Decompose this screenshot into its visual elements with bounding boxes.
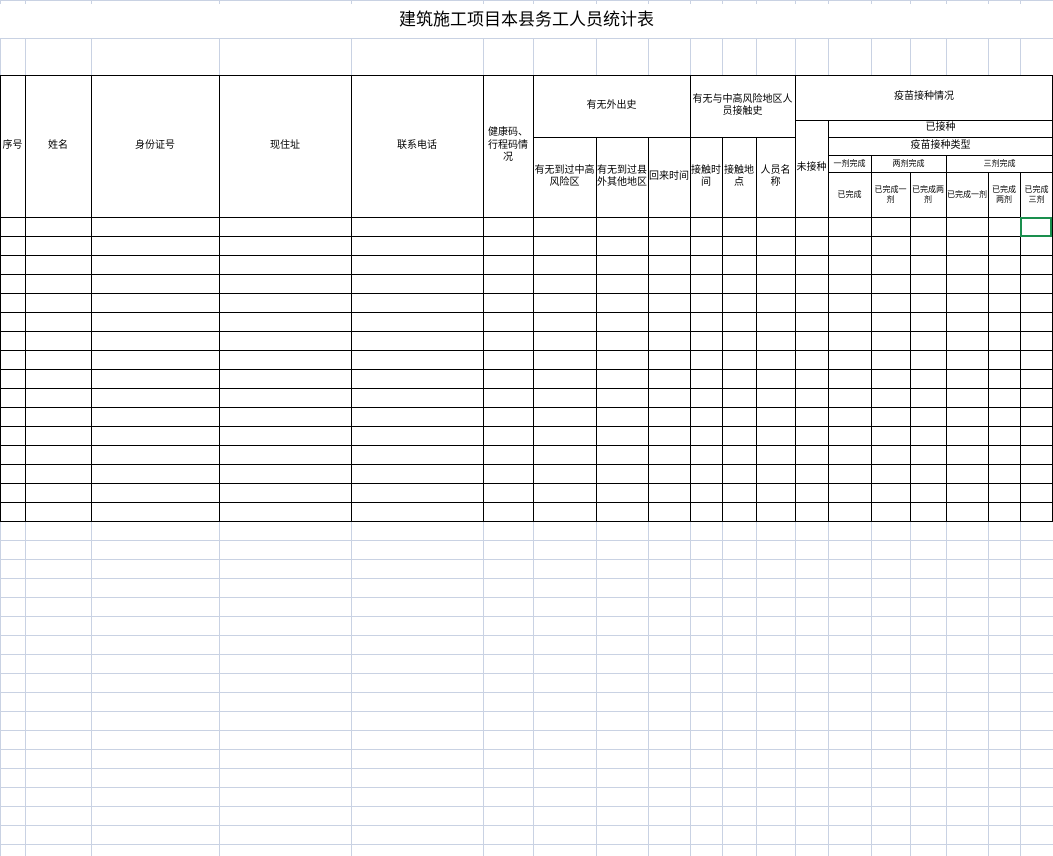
spreadsheet-sheet[interactable]: 建筑施工项目本县务工人员统计表 序号 姓名 身份证号 现住址 联系电话 健康码、行程码情况有… — [0, 0, 1053, 856]
selected-cell[interactable] — [1020, 217, 1052, 237]
header-travel-high-risk[interactable]: 有无到过中高风险区 — [533, 137, 596, 217]
header-vaccine-type[interactable]: 疫苗接种类型 — [828, 137, 1053, 155]
header-three-done3[interactable]: 已完成三剂 — [1020, 172, 1053, 217]
header-address[interactable]: 现住址 — [219, 75, 351, 217]
header-two-dose[interactable]: 两剂完成 — [871, 155, 946, 172]
header-three-done1[interactable]: 已完成一剂 — [946, 172, 988, 217]
header-vaccinated[interactable]: 已接种 — [828, 120, 1053, 137]
header-three-done2[interactable]: 已完成两剂 — [988, 172, 1020, 217]
header-two-done2[interactable]: 已完成两剂 — [910, 172, 946, 217]
header-seq[interactable]: 序号 — [0, 75, 25, 217]
header-health[interactable]: 健康码、行程码情况 — [483, 75, 533, 217]
header-two-done1[interactable]: 已完成一剂 — [871, 172, 910, 217]
header-phone[interactable]: 联系电话 — [351, 75, 483, 217]
header-contact-time[interactable]: 接触时间 — [690, 137, 722, 217]
header-three-dose[interactable]: 三剂完成 — [946, 155, 1053, 172]
header-one-done[interactable]: 已完成 — [828, 172, 871, 217]
header-name[interactable]: 姓名 — [25, 75, 91, 217]
header-vaccine-group[interactable]: 疫苗接种情况 — [795, 75, 1053, 120]
header-travel-other[interactable]: 有无到过县外其他地区 — [596, 137, 648, 217]
header-not-vaccinated[interactable]: 未接种 — [795, 120, 828, 217]
header-travel-group[interactable]: 有无外出史 — [533, 75, 690, 137]
header-contact-group[interactable]: 有无与中高风险地区人员接触史 — [690, 75, 795, 137]
header-one-dose[interactable]: 一剂完成 — [828, 155, 871, 172]
header-contact-place[interactable]: 接触地点 — [722, 137, 756, 217]
header-id[interactable]: 身份证号 — [91, 75, 219, 217]
header-return-time[interactable]: 回来时间 — [648, 137, 690, 217]
sheet-title[interactable]: 建筑施工项目本县务工人员统计表 — [0, 4, 1053, 38]
header-contact-person[interactable]: 人员名称 — [756, 137, 795, 217]
